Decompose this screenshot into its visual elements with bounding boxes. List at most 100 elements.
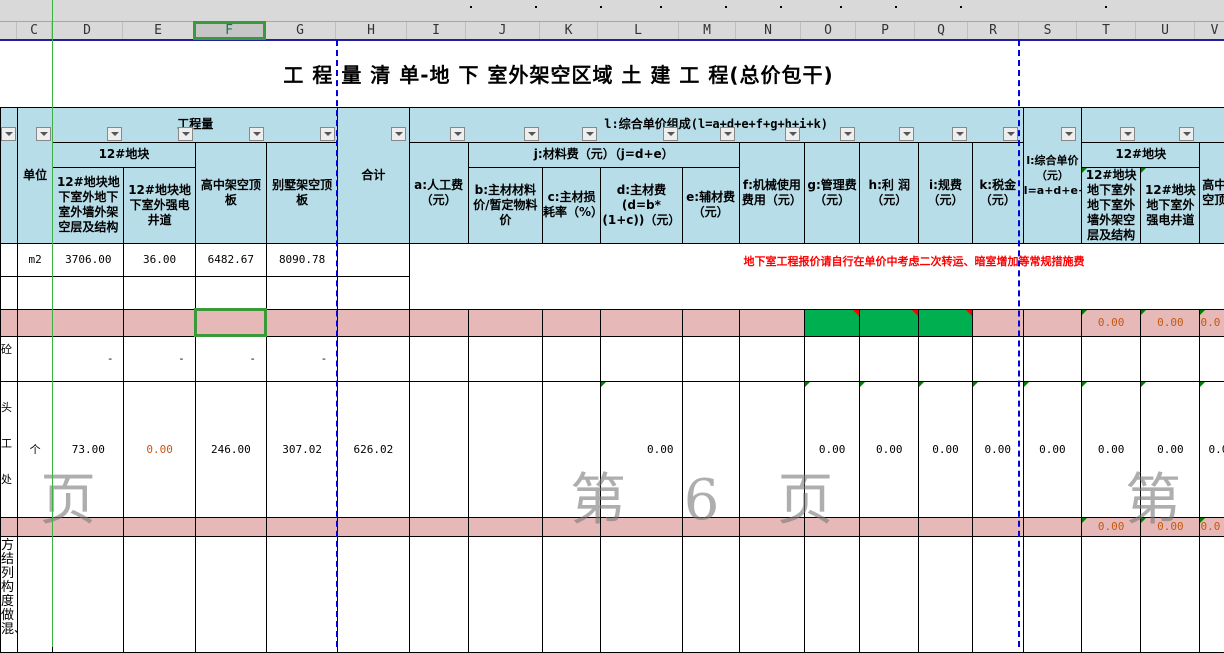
column-header-o[interactable]: O (801, 22, 856, 39)
cell[interactable] (18, 276, 53, 309)
filter-dropdown-button[interactable] (663, 127, 678, 141)
column-header-i[interactable]: I (407, 22, 466, 39)
cell[interactable] (468, 336, 542, 381)
cell-d[interactable]: 3706.00 (53, 243, 124, 276)
filter-dropdown-button[interactable] (1, 127, 16, 141)
filter-dropdown-button[interactable] (249, 127, 264, 141)
cell[interactable] (1141, 536, 1200, 652)
header-plot12-right[interactable]: 12#地块 (1082, 142, 1200, 167)
cell[interactable] (739, 536, 804, 652)
cell[interactable] (266, 536, 337, 652)
cell[interactable] (1082, 336, 1141, 381)
column-header-e[interactable]: E (123, 22, 194, 39)
cell[interactable] (804, 336, 859, 381)
cell[interactable] (804, 536, 859, 652)
cell[interactable] (409, 536, 468, 652)
column-header-u[interactable]: U (1136, 22, 1195, 39)
column-header-d[interactable]: D (52, 22, 123, 39)
cell[interactable] (409, 517, 468, 536)
cell[interactable] (919, 517, 972, 536)
cell-p-green[interactable] (860, 309, 919, 336)
header-c-cost[interactable]: c:主材损耗率（%） (543, 167, 601, 243)
cell[interactable] (1023, 309, 1081, 336)
header-j[interactable]: j:材料费（元）（j=d+e） (468, 142, 739, 167)
cell[interactable] (195, 276, 266, 309)
column-header-g[interactable]: G (265, 22, 336, 39)
filter-dropdown-button[interactable] (1003, 127, 1018, 141)
column-header-h[interactable]: H (336, 22, 407, 39)
filter-dropdown-button[interactable] (1120, 127, 1135, 141)
column-header-j[interactable]: J (466, 22, 540, 39)
header-u[interactable]: 12#地块地下室外强电井道 (1141, 167, 1200, 243)
cell-g[interactable]: 307.02 (266, 381, 337, 517)
cell[interactable] (543, 309, 601, 336)
cell-d[interactable]: - (53, 336, 124, 381)
header-composition[interactable]: l:综合单价组成(l=a+d+e+f+g+h+i+k) (409, 107, 1023, 142)
cell-f[interactable]: - (195, 336, 266, 381)
column-header-n[interactable]: N (736, 22, 801, 39)
column-header-b[interactable] (0, 22, 17, 39)
cell[interactable] (1, 243, 18, 276)
cell[interactable] (18, 536, 53, 652)
cell[interactable] (195, 536, 266, 652)
cell[interactable] (124, 517, 195, 536)
header-quantity[interactable]: 工程量 (53, 107, 338, 142)
header-f-cost[interactable]: f:机械使用费用（元） (739, 142, 804, 243)
cell[interactable] (972, 536, 1023, 652)
filter-dropdown-button[interactable] (178, 127, 193, 141)
cell[interactable] (124, 536, 195, 652)
header-e-cost[interactable]: e:辅材费（元） (682, 167, 739, 243)
cell[interactable] (972, 517, 1023, 536)
cell-g[interactable]: 8090.78 (266, 243, 337, 276)
cell-unit[interactable]: m2 (18, 243, 53, 276)
header-t[interactable]: 12#地块地下室外地下室外墙外架空层及结构 (1082, 167, 1141, 243)
filter-dropdown-button[interactable] (107, 127, 122, 141)
header-tv-group[interactable]: 1 (1082, 107, 1224, 142)
header-g-cost[interactable]: g:管理费（元） (804, 142, 859, 243)
cell[interactable] (468, 381, 542, 517)
sheet-title[interactable]: 工 程 量 清 单-地 下 室外架空区域 土 建 工 程(总价包干) (1, 40, 1224, 107)
cell[interactable] (1200, 336, 1224, 381)
cell[interactable] (1200, 536, 1224, 652)
header-a[interactable]: a:人工费（元） (409, 142, 468, 243)
cell[interactable] (1023, 336, 1081, 381)
cell[interactable] (682, 309, 739, 336)
filter-dropdown-button[interactable] (840, 127, 855, 141)
header-v[interactable]: 高中架空顶板 (1200, 142, 1224, 243)
column-header-f[interactable]: F (194, 22, 265, 39)
cell[interactable] (409, 309, 468, 336)
cell[interactable] (972, 336, 1023, 381)
cell-v[interactable]: 0.0 (1200, 381, 1224, 517)
header-b-cost[interactable]: b:主材材料价/暂定物料价 (468, 167, 542, 243)
column-header-t[interactable]: T (1077, 22, 1136, 39)
cell-e[interactable]: 36.00 (124, 243, 195, 276)
cell[interactable] (338, 276, 409, 309)
cell[interactable] (409, 336, 468, 381)
cell[interactable] (1, 309, 18, 336)
header-d[interactable]: 12#地块地下室外地下室外墙外架空层及结构 (53, 167, 124, 243)
column-header-k[interactable]: K (540, 22, 598, 39)
cell-f[interactable]: 6482.67 (195, 243, 266, 276)
column-header-p[interactable]: P (856, 22, 915, 39)
header-i-cost[interactable]: i:规费（元） (919, 142, 972, 243)
cell-b[interactable]: 方结列构度做混、 (1, 536, 18, 652)
cell-f[interactable]: 246.00 (195, 381, 266, 517)
cell-h[interactable]: 626.02 (338, 381, 409, 517)
cell-p[interactable]: 0.00 (860, 381, 919, 517)
cell-v[interactable]: 0.0 (1200, 309, 1224, 336)
cell-q[interactable]: 0.00 (919, 381, 972, 517)
cell[interactable] (543, 336, 601, 381)
cell-q-green[interactable] (919, 309, 972, 336)
cell-e[interactable]: 0.00 (124, 381, 195, 517)
header-h-cost[interactable]: h:利 润（元） (860, 142, 919, 243)
filter-dropdown-button[interactable] (899, 127, 914, 141)
cell[interactable] (124, 276, 195, 309)
filter-dropdown-button[interactable] (1061, 127, 1076, 141)
cell[interactable] (543, 536, 601, 652)
filter-dropdown-button[interactable] (391, 127, 406, 141)
note-cell[interactable]: 地下室工程报价请自行在单价中考虑二次转运、暗室增加等常规措施费 (409, 243, 1224, 309)
column-header-s[interactable]: S (1019, 22, 1077, 39)
cell[interactable] (266, 309, 337, 336)
cell[interactable] (1082, 536, 1141, 652)
cell[interactable] (195, 517, 266, 536)
